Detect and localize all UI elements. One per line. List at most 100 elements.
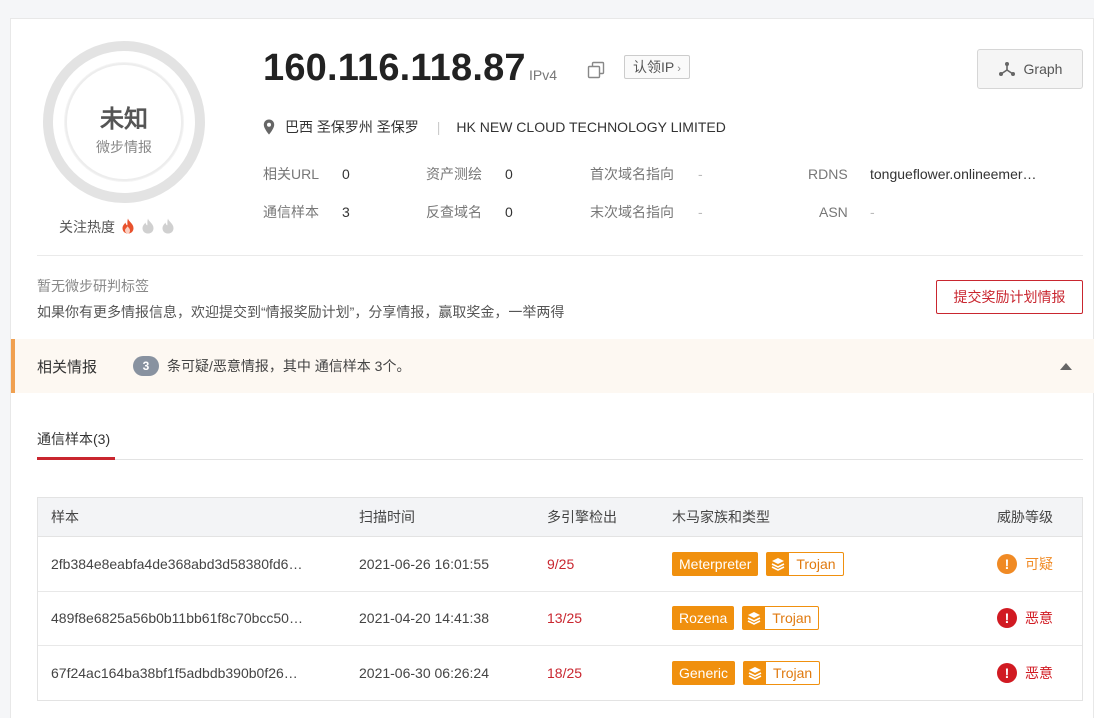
stat-value[interactable]: 0	[505, 164, 513, 184]
graph-button-label: Graph	[1023, 61, 1063, 77]
threat-label: 恶意	[1025, 665, 1053, 682]
location-row: 巴西 圣保罗州 圣保罗 | HK NEW CLOUD TECHNOLOGY LI…	[263, 117, 726, 137]
sample-hash[interactable]: 2fb384e8eabfa4de368abd3d58380fd6…	[51, 537, 302, 591]
sample-hash[interactable]: 489f8e6825a56b0b11bb61f8c70bcc50…	[51, 592, 303, 646]
intel-count-badge: 3	[133, 356, 159, 376]
stat-value: -	[870, 204, 875, 220]
detection-ratio: 18/25	[547, 665, 583, 682]
threat-level: ! 可疑	[997, 553, 1053, 574]
stat-label: 通信样本	[263, 204, 319, 220]
stat-label: 反查域名	[426, 204, 482, 220]
threat-label: 可疑	[1025, 555, 1053, 572]
stat-value[interactable]: tongueflower.onlineemer…	[870, 164, 1037, 184]
col-header-scan-time: 扫描时间	[359, 509, 415, 525]
stat-asn: ASN -	[819, 202, 875, 222]
alert-icon: !	[997, 608, 1017, 629]
verdict-text: 未知	[100, 106, 148, 133]
stat-value[interactable]: 0	[505, 202, 513, 222]
threat-level-cell: ! 可疑	[997, 537, 1053, 591]
claim-ip-label: 认领IP	[633, 59, 675, 75]
graph-icon	[998, 62, 1015, 76]
ip-detail-card: 未知 微步情报 关注热度 160.116.118.87 IPv4 认领IP › G…	[10, 18, 1094, 718]
attention-heat: 关注热度	[59, 217, 175, 237]
stat-value: -	[698, 166, 703, 182]
scan-time: 2021-04-20 14:41:38	[359, 610, 489, 627]
ip-version: IPv4	[529, 67, 558, 83]
layers-icon	[744, 662, 767, 685]
stat-asset-map: 资产测绘 0	[426, 164, 513, 184]
claim-ip-button[interactable]: 认领IP ›	[624, 55, 690, 79]
stat-label: 首次域名指向	[590, 166, 674, 182]
type-tag[interactable]: Trojan	[742, 606, 820, 631]
intel-summary: 条可疑/恶意情报，其中 通信样本 3个。	[167, 358, 411, 374]
stat-value[interactable]: 3	[342, 202, 350, 222]
table-row[interactable]: 67f24ac164ba38bf1f5adbdb390b0f26… 2021-06…	[38, 646, 1082, 701]
family-tag[interactable]: Rozena	[672, 606, 735, 631]
type-label: Trojan	[773, 665, 813, 682]
sample-hash[interactable]: 67f24ac164ba38bf1f5adbdb390b0f26…	[51, 646, 298, 701]
detection-ratio: 9/25	[547, 555, 575, 572]
type-tag[interactable]: Trojan	[743, 661, 821, 686]
threat-level: ! 恶意	[997, 608, 1053, 629]
samples-table: 样本 扫描时间 多引擎检出 木马家族和类型 威胁等级 2fb384e8eabfa…	[37, 497, 1083, 701]
location-separator: |	[436, 119, 441, 135]
no-tags-text: 暂无微步研判标签	[37, 278, 149, 294]
related-intel-bar[interactable]: 相关情报 3 条可疑/恶意情报，其中 通信样本 3个。	[11, 339, 1094, 393]
family-tag[interactable]: Meterpreter	[672, 551, 759, 576]
score-ring-inner: 未知 微步情报	[65, 63, 183, 181]
stat-rdns: RDNS tongueflower.onlineemer…	[808, 164, 1037, 184]
stat-label: 资产测绘	[426, 166, 482, 182]
organization-text: HK NEW CLOUD TECHNOLOGY LIMITED	[456, 119, 726, 135]
reward-hint: 如果你有更多情报信息，欢迎提交到“情报奖励计划”，分享情报，赢取奖金，一举两得	[37, 304, 565, 320]
location-text: 巴西 圣保罗州 圣保罗	[285, 119, 419, 135]
flame-icon	[142, 218, 154, 233]
family-type-cell: Rozena Trojan	[672, 592, 820, 646]
location-pin-icon	[263, 119, 275, 135]
alert-icon: !	[997, 553, 1017, 574]
related-intel-title: 相关情报	[37, 358, 98, 376]
family-type-cell: Generic Trojan	[672, 646, 821, 701]
type-label: Trojan	[772, 610, 812, 627]
flame-icon	[162, 218, 174, 233]
stat-label: ASN	[819, 204, 848, 220]
stat-label: 相关URL	[263, 166, 320, 182]
col-header-detection: 多引擎检出	[547, 509, 617, 525]
detection-ratio: 13/25	[547, 610, 583, 627]
threat-level-cell: ! 恶意	[997, 592, 1053, 646]
stat-related-url: 相关URL 0	[263, 164, 350, 184]
stat-label: RDNS	[808, 166, 848, 182]
scan-time: 2021-06-26 16:01:55	[359, 555, 489, 572]
family-type-cell: Meterpreter Trojan	[672, 537, 844, 591]
graph-button[interactable]: Graph	[977, 49, 1083, 89]
col-header-threat: 威胁等级	[997, 509, 1053, 525]
family-tag[interactable]: Generic	[672, 661, 736, 686]
heat-flames	[115, 218, 175, 237]
chevron-right-icon: ›	[677, 63, 681, 75]
type-tag[interactable]: Trojan	[766, 551, 844, 576]
threat-label: 恶意	[1025, 610, 1053, 627]
section-divider	[37, 255, 1083, 256]
stat-first-domain: 首次域名指向 -	[590, 164, 703, 184]
stat-last-domain: 末次域名指向 -	[590, 202, 703, 222]
table-row[interactable]: 489f8e6825a56b0b11bb61f8c70bcc50… 2021-04…	[38, 592, 1082, 646]
tab-comm-samples[interactable]: 通信样本(3)	[37, 429, 110, 449]
stat-value: -	[698, 204, 703, 220]
copy-icon[interactable]	[587, 61, 605, 79]
type-label: Trojan	[796, 555, 836, 572]
alert-icon: !	[997, 663, 1017, 684]
stat-value[interactable]: 0	[342, 164, 350, 184]
layers-icon	[743, 607, 766, 630]
ip-address: 160.116.118.87	[263, 47, 526, 89]
stat-comm-samples: 通信样本 3	[263, 202, 350, 222]
table-row[interactable]: 2fb384e8eabfa4de368abd3d58380fd6… 2021-06…	[38, 537, 1082, 592]
flame-icon	[122, 218, 134, 233]
stat-label: 末次域名指向	[590, 204, 674, 220]
col-header-family: 木马家族和类型	[672, 509, 770, 525]
threat-level-cell: ! 恶意	[997, 646, 1053, 701]
score-ring: 未知 微步情报	[43, 41, 205, 203]
submit-reward-intel-button[interactable]: 提交奖励计划情报	[936, 280, 1083, 314]
heat-label: 关注热度	[59, 219, 115, 235]
collapse-caret-icon[interactable]	[1059, 361, 1073, 371]
active-tab-indicator	[37, 457, 115, 460]
table-header: 样本 扫描时间 多引擎检出 木马家族和类型 威胁等级	[38, 498, 1082, 537]
